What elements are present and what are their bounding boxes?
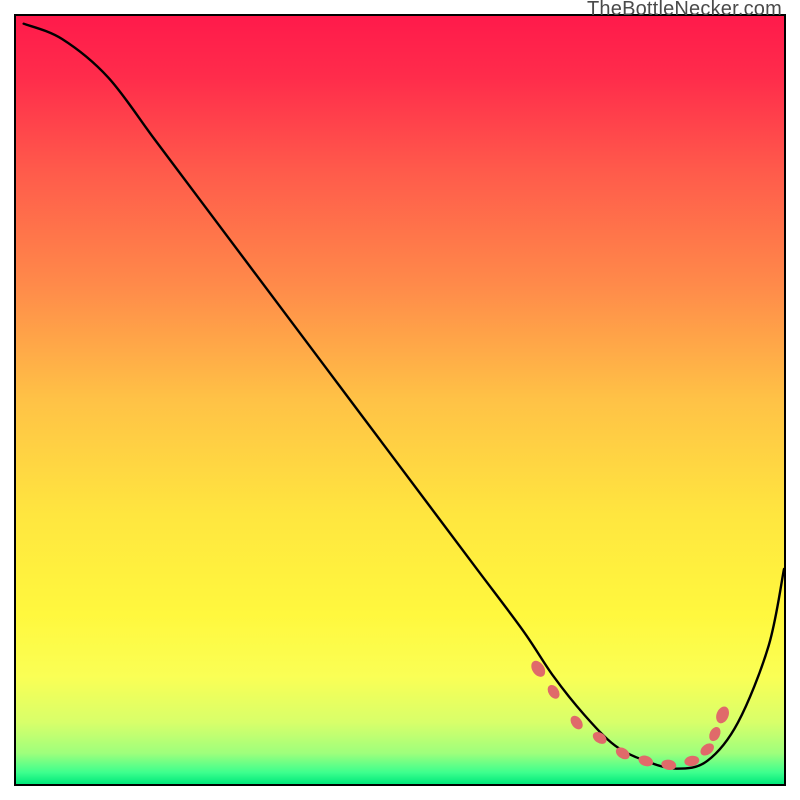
chart-frame xyxy=(14,14,786,786)
watermark-text: TheBottleNecker.com xyxy=(587,0,782,21)
gradient-background xyxy=(16,16,784,784)
plot-area xyxy=(16,16,784,784)
